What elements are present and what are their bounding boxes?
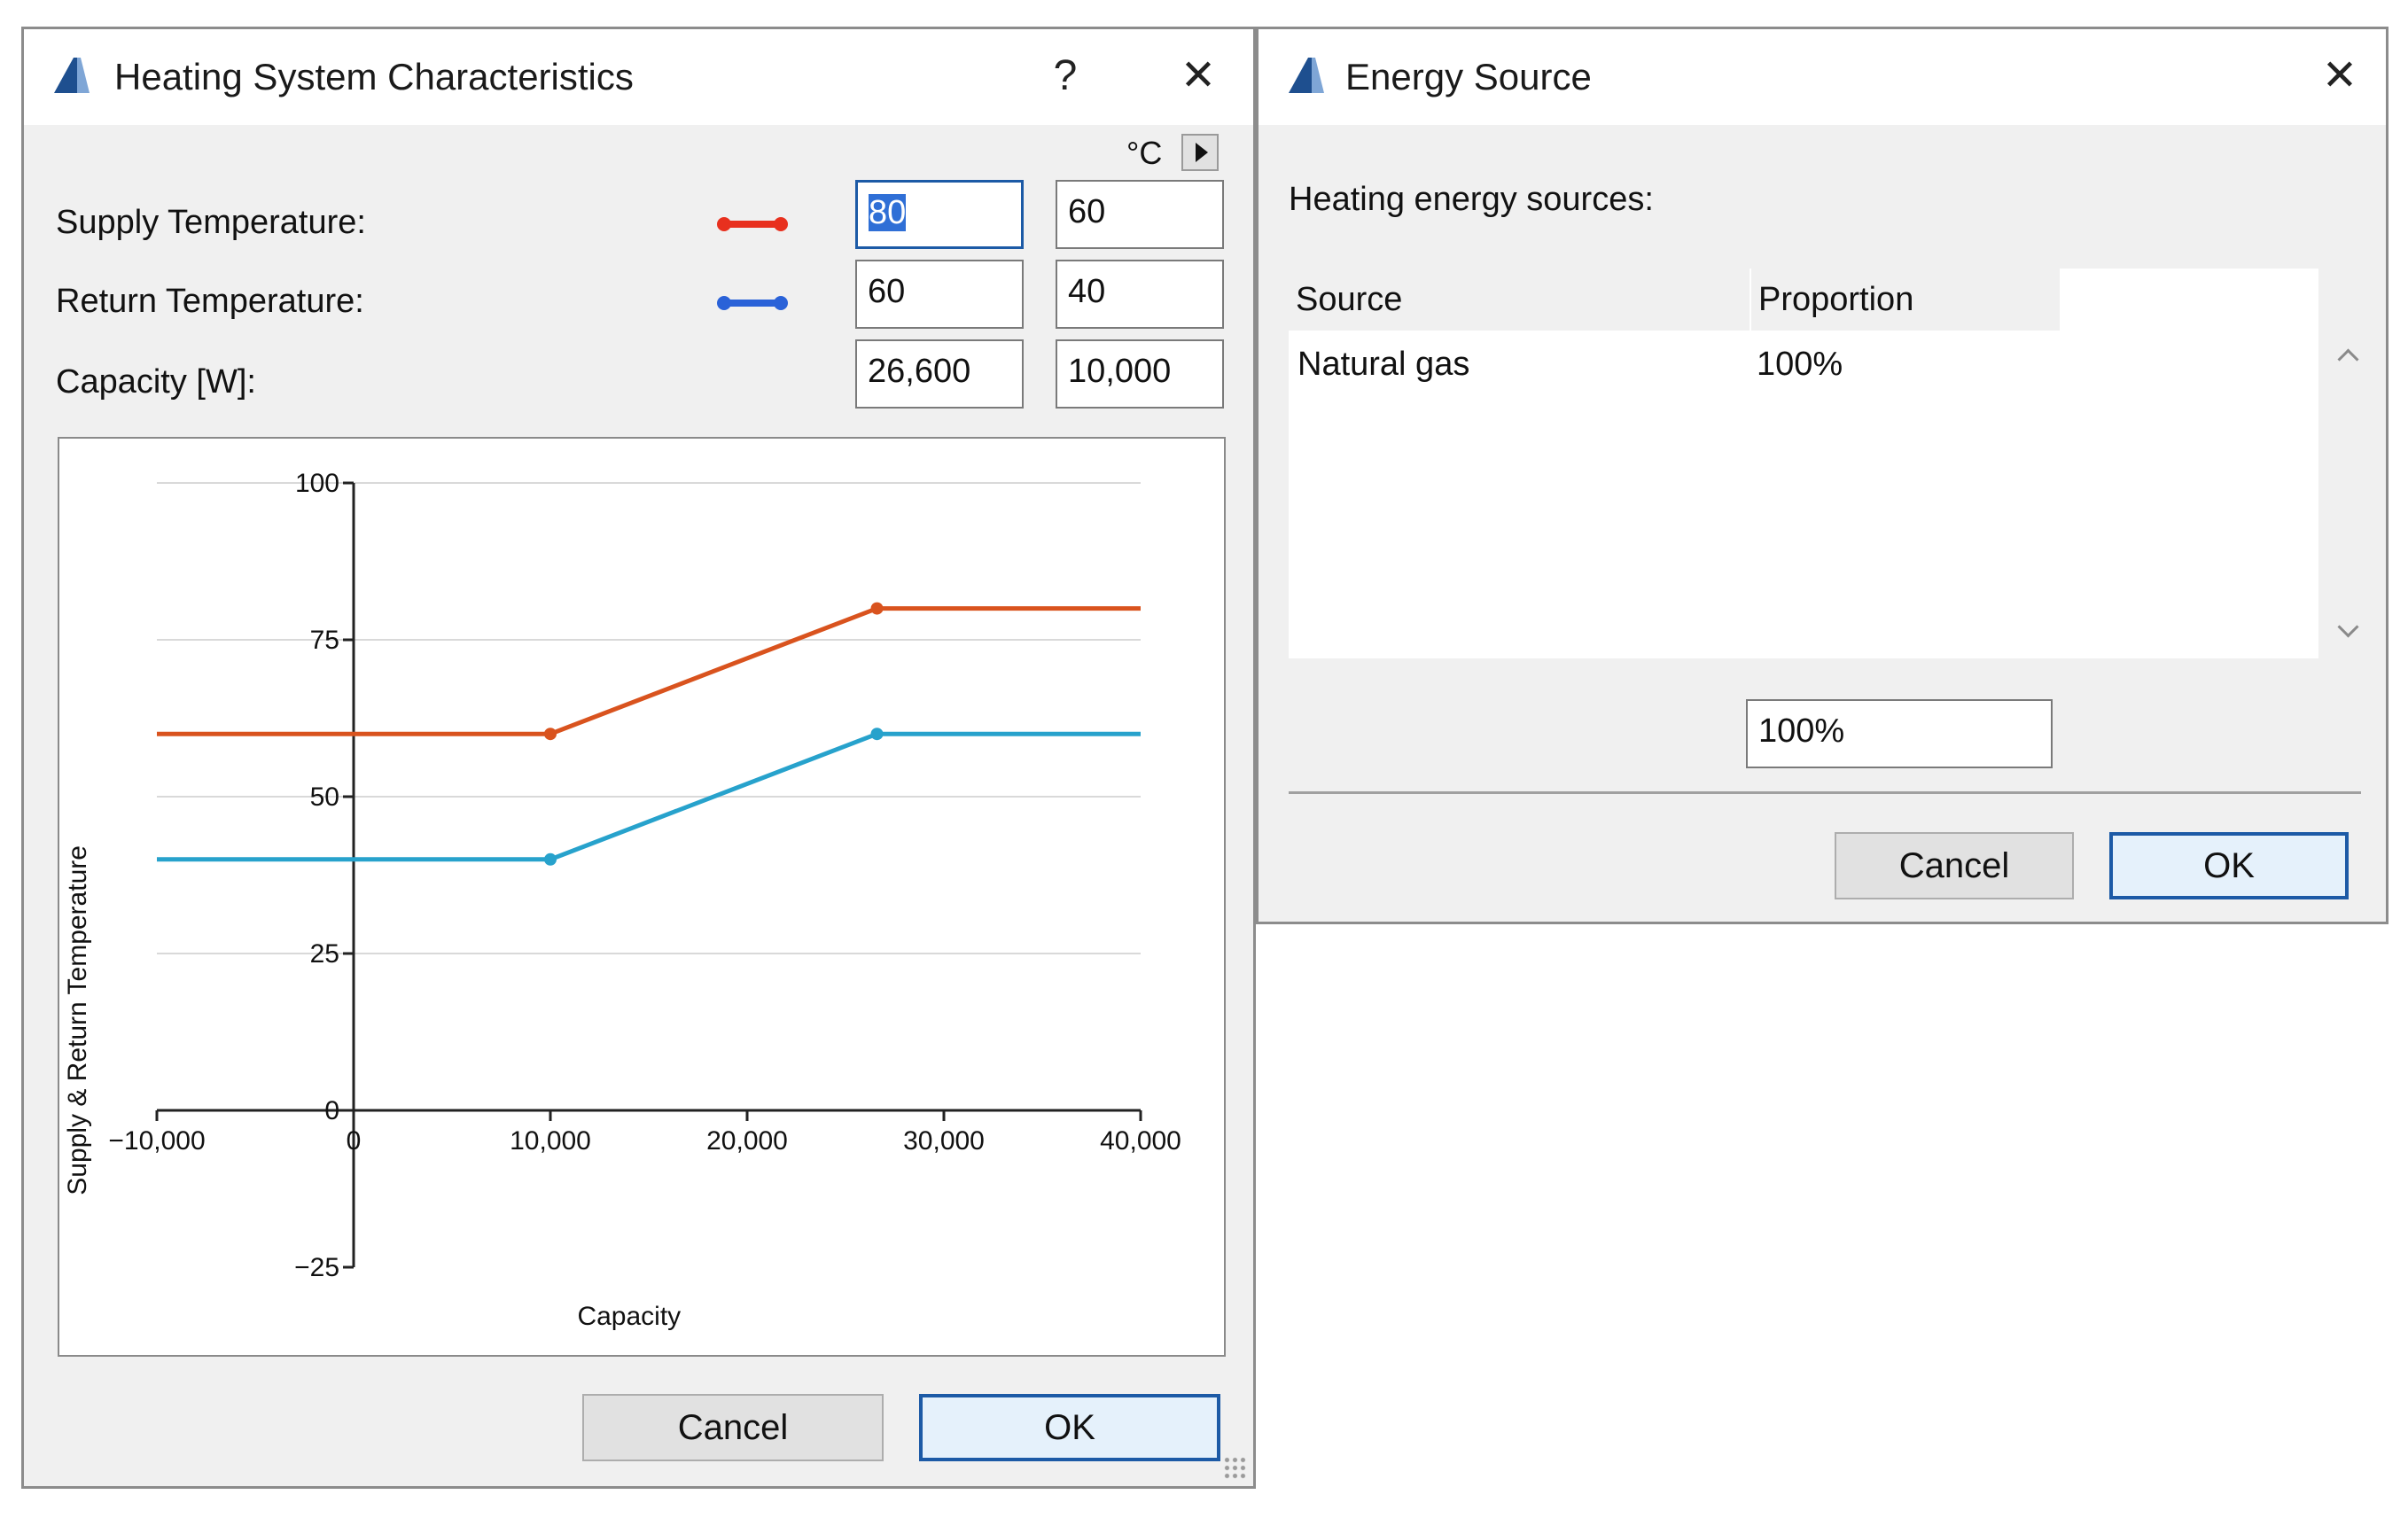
temperature-chart: −25 0 25 50 75 100 −10,000 0 10,000 20,000 30,000 4… bbox=[58, 437, 1226, 1357]
x-tick-label: −10,000 bbox=[108, 1126, 205, 1156]
return-temperature-min-field[interactable]: 40 bbox=[1056, 260, 1224, 329]
energy-cancel-button[interactable]: Cancel bbox=[1835, 832, 2074, 899]
y-tick-label: −25 bbox=[294, 1253, 339, 1282]
y-tick-label: 0 bbox=[324, 1096, 339, 1125]
unit-toggle-button[interactable] bbox=[1181, 134, 1219, 171]
energy-ok-button[interactable]: OK bbox=[2109, 832, 2349, 899]
x-tick-label: 10,000 bbox=[510, 1126, 591, 1156]
energy-dialog-title: Energy Source bbox=[1345, 56, 1592, 97]
resize-grip[interactable] bbox=[1223, 1456, 1246, 1479]
temperature-chart-svg: −25 0 25 50 75 100 −10,000 0 10,000 20,000 30,000 4… bbox=[63, 469, 1181, 1331]
heating-dialog-titlebar: Heating System Characteristics ? ✕ bbox=[24, 29, 1253, 125]
series-point-0 bbox=[544, 728, 557, 741]
x-tick-label: 40,000 bbox=[1100, 1126, 1181, 1156]
divider bbox=[1289, 791, 2361, 794]
proportion-cell: 100% bbox=[1757, 346, 1843, 383]
series-point-1 bbox=[870, 728, 884, 741]
y-tick-label: 75 bbox=[310, 626, 339, 655]
heating-dialog-title: Heating System Characteristics bbox=[114, 56, 634, 97]
return-temperature-max-field[interactable]: 60 bbox=[855, 260, 1024, 329]
series-line-0 bbox=[157, 606, 1141, 736]
source-cell: Natural gas bbox=[1298, 346, 1470, 383]
scroll-down-icon[interactable] bbox=[2334, 618, 2361, 644]
x-tick-label: 20,000 bbox=[706, 1126, 788, 1156]
x-tick-label: 30,000 bbox=[903, 1126, 985, 1156]
supply-temperature-label: Supply Temperature: bbox=[56, 204, 366, 241]
y-tick-label: 100 bbox=[295, 469, 339, 498]
capacity-label: Capacity [W]: bbox=[56, 363, 256, 401]
energy-sources-label: Heating energy sources: bbox=[1289, 181, 1654, 218]
heating-cancel-button[interactable]: Cancel bbox=[582, 1394, 884, 1461]
energy-sources-table: Source Proportion Natural gas 100% bbox=[1289, 269, 2318, 658]
y-axis-title: Supply & Return Temperature bbox=[63, 845, 92, 1195]
return-legend-line bbox=[717, 296, 788, 310]
help-button[interactable]: ? bbox=[1030, 45, 1101, 107]
energy-close-button[interactable]: ✕ bbox=[2304, 45, 2375, 107]
return-temperature-label: Return Temperature: bbox=[56, 283, 364, 320]
supply-legend-line bbox=[717, 217, 788, 231]
x-axis-title: Capacity bbox=[577, 1302, 681, 1331]
heating-close-button[interactable]: ✕ bbox=[1163, 45, 1234, 107]
energy-source-dialog: Energy Source ✕ Heating energy sources: … bbox=[1256, 27, 2389, 924]
energy-dialog-titlebar: Energy Source ✕ bbox=[1259, 29, 2386, 125]
supply-temperature-max-field[interactable]: 80 bbox=[855, 180, 1024, 249]
y-tick-label: 25 bbox=[310, 939, 339, 969]
app-icon bbox=[54, 58, 90, 93]
x-tick-label: 0 bbox=[347, 1126, 362, 1156]
capacity-max-field[interactable]: 26,600 bbox=[855, 339, 1024, 409]
heating-system-dialog: Heating System Characteristics ? ✕ °C Su… bbox=[21, 27, 1256, 1489]
scroll-up-icon[interactable] bbox=[2334, 343, 2361, 370]
column-header-proportion[interactable]: Proportion bbox=[1751, 269, 2060, 331]
capacity-min-field[interactable]: 10,000 bbox=[1056, 339, 1224, 409]
y-tick-label: 50 bbox=[310, 782, 339, 812]
total-field[interactable]: 100% bbox=[1746, 699, 2053, 768]
series-point-1 bbox=[544, 852, 557, 866]
series-point-0 bbox=[870, 602, 884, 615]
app-icon bbox=[1289, 58, 1324, 93]
supply-temperature-min-field[interactable]: 60 bbox=[1056, 180, 1224, 249]
heating-ok-button[interactable]: OK bbox=[919, 1394, 1220, 1461]
column-header-source[interactable]: Source bbox=[1289, 269, 1750, 331]
unit-label: °C bbox=[1126, 135, 1163, 171]
